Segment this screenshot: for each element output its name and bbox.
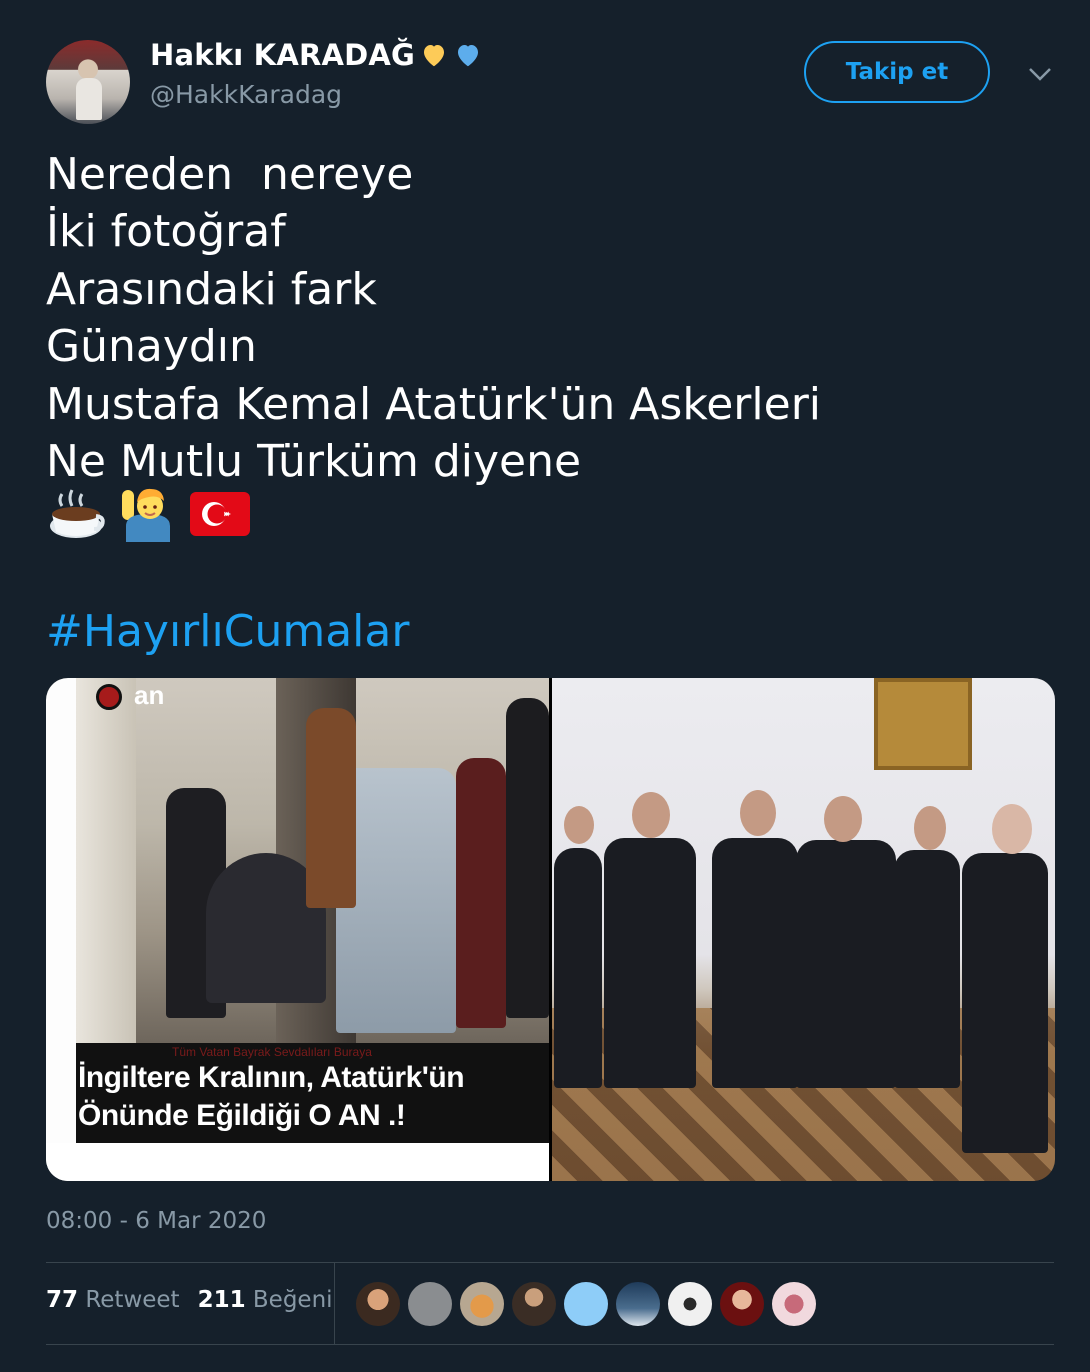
man-right — [506, 698, 549, 1018]
turkey-flag-emoji — [190, 484, 250, 544]
like-label: Beğeni — [252, 1287, 333, 1313]
wall-painting — [874, 678, 972, 770]
liker-avatar[interactable] — [460, 1282, 504, 1326]
liker-avatar[interactable] — [772, 1282, 816, 1326]
author-avatar[interactable] — [46, 40, 130, 124]
caption-line-1: İngiltere Kralının, Atatürk'ün — [78, 1061, 465, 1094]
author-handle[interactable]: @HakkKaradag — [150, 80, 342, 109]
yellow-heart-icon — [424, 45, 445, 67]
head-5 — [914, 806, 946, 850]
tweet-line: Mustafa Kemal Atatürk'ün Askerleri — [46, 378, 822, 430]
pillar — [76, 678, 136, 1043]
hashtag-link[interactable]: #HayırlıCumalar — [46, 606, 409, 657]
man-1 — [554, 848, 602, 1088]
media-grid[interactable]: an Tüm Vatan Bayrak Sevdalıları Buraya İ… — [46, 678, 1055, 1181]
left-photo[interactable]: an Tüm Vatan Bayrak Sevdalıları Buraya İ… — [46, 678, 549, 1181]
tweet-line: İki fotoğraf — [46, 206, 286, 258]
man-2 — [604, 838, 696, 1088]
tweet-line: Nereden nereye — [46, 149, 414, 200]
divider — [46, 1262, 1054, 1263]
head-2 — [632, 792, 670, 838]
photo-scene — [76, 678, 549, 1043]
tweet-line: Ne Mutlu Türküm diyene — [46, 435, 582, 487]
man-3 — [712, 838, 798, 1088]
blue-heart-icon — [458, 45, 479, 67]
channel-logo-icon — [96, 684, 122, 710]
liker-avatar[interactable] — [616, 1282, 660, 1326]
caption-small: Tüm Vatan Bayrak Sevdalıları Buraya — [172, 1045, 372, 1059]
man-raising-hand-emoji — [118, 484, 178, 544]
channel-logo-text: an — [134, 680, 165, 710]
chevron-down-icon[interactable] — [1026, 64, 1054, 84]
head-6 — [992, 804, 1032, 854]
officer — [306, 708, 356, 908]
divider — [46, 1344, 1054, 1345]
tweet-line: Arasındaki fark — [46, 263, 377, 315]
tweet-text: Nereden nereye İki fotoğraf Arasındaki f… — [46, 146, 821, 490]
hot-beverage-emoji — [46, 484, 106, 544]
like-count: 211 — [197, 1287, 246, 1313]
man-4 — [796, 840, 896, 1088]
liker-avatar[interactable] — [668, 1282, 712, 1326]
image-caption: Tüm Vatan Bayrak Sevdalıları Buraya İngi… — [76, 1043, 549, 1143]
cropped-text-area — [46, 1143, 549, 1181]
head-1 — [564, 806, 594, 844]
man-5 — [894, 850, 960, 1088]
author-name[interactable]: Hakkı KARADAĞ — [150, 38, 483, 72]
like-stat[interactable]: 211 Beğeni — [198, 1287, 333, 1313]
tweet-line: Günaydın — [46, 321, 257, 373]
avatar-figure — [76, 78, 102, 120]
engagement-stats: 77 Retweet 211 Beğeni — [46, 1287, 333, 1313]
liker-avatar[interactable] — [356, 1282, 400, 1326]
caption-line-2: Önünde Eğildiği O AN .! — [78, 1099, 406, 1132]
liker-avatars — [356, 1282, 816, 1326]
liker-avatar[interactable] — [720, 1282, 764, 1326]
head-4 — [824, 796, 862, 842]
guard — [456, 758, 506, 1028]
stats-divider — [334, 1262, 335, 1344]
emoji-row — [46, 484, 250, 544]
man-6 — [962, 853, 1048, 1153]
liker-avatar[interactable] — [564, 1282, 608, 1326]
liker-avatar[interactable] — [408, 1282, 452, 1326]
retweet-label: Retweet — [85, 1287, 180, 1313]
retweet-stat[interactable]: 77 Retweet — [46, 1287, 180, 1313]
tweet-timestamp[interactable]: 08:00 - 6 Mar 2020 — [46, 1208, 266, 1234]
liker-avatar[interactable] — [512, 1282, 556, 1326]
author-name-text: Hakkı KARADAĞ — [150, 38, 416, 72]
follow-button[interactable]: Takip et — [804, 41, 990, 103]
right-photo[interactable] — [552, 678, 1055, 1181]
retweet-count: 77 — [46, 1287, 79, 1313]
head-3 — [740, 790, 776, 836]
